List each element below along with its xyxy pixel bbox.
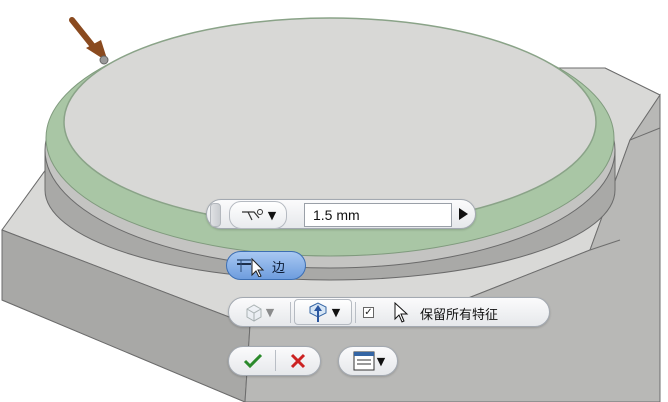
- top-face[interactable]: [63, 17, 597, 227]
- run-arrow-button[interactable]: [454, 201, 472, 227]
- keep-features-checkbox[interactable]: ✓: [363, 307, 374, 318]
- chevron-down-icon: ▼: [376, 354, 386, 368]
- solid-dropdown-button[interactable]: ▼: [231, 299, 287, 325]
- edge-select-icon: [237, 257, 265, 277]
- cylinder-boss: [44, 17, 616, 281]
- measure-dropdown-button[interactable]: ▼: [229, 201, 287, 229]
- options-menu-content: ▼: [342, 348, 396, 374]
- divider: [290, 302, 291, 323]
- chevron-down-icon: ▼: [265, 305, 275, 319]
- divider: [355, 302, 356, 323]
- chevron-down-icon: ▼: [331, 305, 341, 319]
- keep-features-label: 保留所有特征: [420, 308, 499, 323]
- solid-body-icon: [246, 304, 262, 322]
- edge-select-button[interactable]: 边: [226, 251, 306, 280]
- divider: [275, 350, 276, 371]
- measure-icon: [241, 209, 263, 221]
- chevron-down-icon: ▼: [267, 208, 277, 222]
- cursor-arrow-icon: [394, 302, 409, 323]
- pin-arrow-icon[interactable]: [69, 17, 109, 65]
- shell-direction-icon: [309, 302, 327, 322]
- grip-handle-icon[interactable]: [210, 203, 221, 227]
- edge-select-label: 边: [272, 261, 286, 276]
- cancel-x-icon: [290, 353, 305, 369]
- cancel-button[interactable]: [277, 348, 318, 374]
- options-menu-icon: [353, 351, 375, 371]
- direction-dropdown-button[interactable]: ▼: [294, 299, 352, 325]
- checkmark-icon: [243, 353, 262, 369]
- ok-button[interactable]: [231, 348, 274, 374]
- thickness-input[interactable]: 1.5 mm: [304, 203, 452, 227]
- run-arrow-icon: [458, 208, 468, 220]
